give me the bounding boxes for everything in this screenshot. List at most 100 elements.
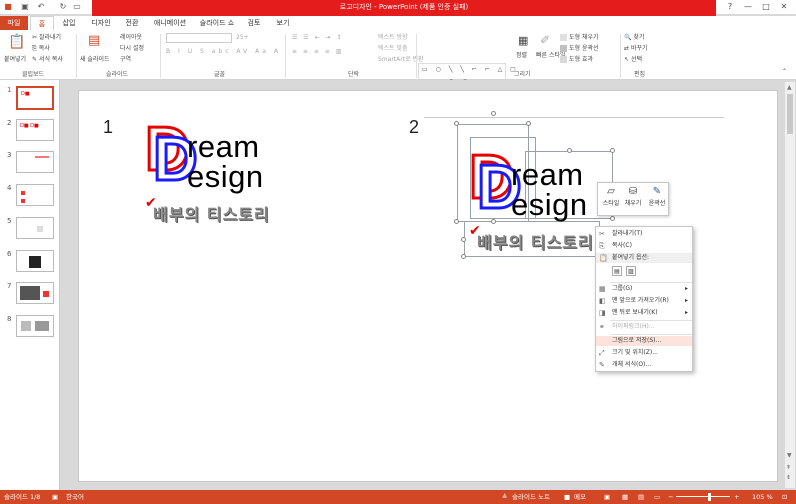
resize-handle[interactable]	[526, 121, 531, 126]
close-button[interactable]: ✕	[776, 0, 792, 14]
paste-button[interactable]: 붙여넣기	[4, 54, 26, 63]
paste-icon[interactable]: 📋	[8, 34, 25, 50]
list-buttons[interactable]: ☰ ☰ ⇤ ⇥ ↕	[292, 34, 343, 41]
reset-button[interactable]: 다시 설정	[120, 43, 144, 52]
reading-view-icon[interactable]: ▤	[638, 490, 644, 504]
tab-design[interactable]: 디자인	[86, 16, 116, 30]
save-icon[interactable]: ▣	[20, 2, 30, 12]
resize-handle[interactable]	[454, 121, 459, 126]
copy-button[interactable]: ⎘ 복사	[32, 43, 50, 53]
menu-item-send-back[interactable]: ◨ 맨 뒤로 보내기(K) ▸	[596, 308, 692, 318]
vertical-scrollbar[interactable]: ▲ ▼ ⇞ ⇟	[785, 82, 795, 488]
minimize-button[interactable]: —	[740, 0, 756, 14]
paste-option-buttons[interactable]: ▤ ▨	[596, 266, 692, 280]
mini-outline-button[interactable]: ✎ 윤곽선	[646, 185, 668, 207]
help-button[interactable]: ?	[722, 0, 738, 14]
layout-button[interactable]: 레이아웃	[120, 32, 142, 41]
menu-separator	[610, 334, 692, 335]
collapse-ribbon-icon[interactable]: ⌃	[782, 68, 787, 75]
resize-handle[interactable]	[461, 237, 466, 242]
new-slide-icon[interactable]: ▤	[88, 33, 100, 48]
shape-fill-button[interactable]: 도형 채우기	[560, 32, 599, 41]
language-indicator[interactable]: 한국어	[66, 490, 84, 504]
slide-thumbnail-6[interactable]	[16, 250, 54, 272]
quick-styles-icon[interactable]: ✐	[540, 33, 550, 47]
notes-icon[interactable]: ≜	[502, 490, 507, 504]
tab-slideshow[interactable]: 슬라이드 쇼	[196, 16, 238, 30]
menu-item-bring-front[interactable]: ◧ 맨 앞으로 가져오기(R) ▸	[596, 296, 692, 306]
cut-button[interactable]: ✂ 잘라내기	[32, 32, 61, 41]
fit-slide-icon[interactable]: ⊡	[782, 490, 787, 504]
resize-handle[interactable]	[461, 254, 466, 259]
start-slideshow-icon[interactable]: ▭	[72, 2, 82, 12]
spell-check-icon[interactable]: ▣	[52, 490, 58, 504]
align-buttons[interactable]: ≡ ≡ ≡ ≡ ▥	[292, 48, 343, 55]
zoom-in-icon[interactable]: +	[734, 490, 739, 504]
section-button[interactable]: 구역	[120, 54, 131, 63]
slide-sorter-icon[interactable]: ▦	[622, 490, 628, 504]
prev-slide-icon[interactable]: ⇞	[786, 464, 791, 471]
shape-effects-button[interactable]: 도형 효과	[560, 54, 593, 63]
resize-handle[interactable]	[454, 219, 459, 224]
scrollbar-thumb[interactable]	[787, 94, 793, 134]
mini-style-button[interactable]: ▱ 스타일	[600, 185, 622, 207]
paste-picture-icon[interactable]: ▨	[626, 266, 636, 276]
arrange-button[interactable]: 정렬	[516, 50, 527, 59]
logo-1[interactable]: D D ream esign ✔ 배부의 티스토리	[144, 117, 295, 229]
mini-fill-button[interactable]: ⛁ 채우기	[622, 185, 644, 207]
tab-animations[interactable]: 애니메이션	[150, 16, 190, 30]
comments-button[interactable]: 메모	[574, 490, 586, 504]
slide-thumbnail-2[interactable]: D■ D■	[16, 119, 54, 141]
menu-item-label: 붙여넣기 옵션:	[612, 254, 650, 261]
tab-transitions[interactable]: 전환	[120, 16, 144, 30]
align-text-button[interactable]: 텍스트 맞춤	[378, 43, 408, 52]
scroll-up-icon[interactable]: ▲	[787, 84, 792, 91]
slide-thumbnail-3[interactable]	[16, 151, 54, 173]
menu-item-cut[interactable]: ✂ 잘라내기(T)	[596, 229, 692, 239]
next-slide-icon[interactable]: ⇟	[786, 474, 791, 481]
text-direction-button[interactable]: 텍스트 방향	[378, 32, 408, 41]
font-name-box[interactable]	[166, 33, 232, 43]
font-format-buttons[interactable]: B I U S abc AV Aa A	[166, 48, 281, 55]
slide-thumbnail-7[interactable]	[16, 282, 54, 304]
font-size-box[interactable]: 25+	[236, 34, 249, 41]
arrange-icon[interactable]: ▦	[518, 34, 528, 47]
tab-review[interactable]: 검토	[243, 16, 265, 30]
slideshow-view-icon[interactable]: ▭	[654, 490, 660, 504]
zoom-slider[interactable]	[676, 496, 730, 497]
maximize-button[interactable]: □	[758, 0, 774, 14]
paste-keep-icon[interactable]: ▤	[612, 266, 622, 276]
redo-icon[interactable]: ↻	[58, 2, 68, 12]
submenu-arrow-icon: ▸	[684, 297, 688, 304]
rotate-handle[interactable]	[491, 111, 496, 116]
select-button[interactable]: ↖ 선택	[624, 54, 642, 63]
menu-item-copy[interactable]: ⎘ 복사(C)	[596, 241, 692, 251]
menu-item-size-position[interactable]: ⤢ 크기 및 위치(Z)...	[596, 348, 692, 358]
tab-insert[interactable]: 삽입	[57, 16, 81, 30]
slide-thumbnail-5[interactable]	[16, 217, 54, 239]
menu-item-group[interactable]: ▦ 그룹(G) ▸	[596, 284, 692, 294]
zoom-out-icon[interactable]: −	[668, 490, 673, 504]
menu-item-format-object[interactable]: ✎ 개체 서식(O)...	[596, 360, 692, 370]
find-button[interactable]: 🔍 찾기	[624, 32, 644, 41]
tab-home[interactable]: 홈	[30, 16, 54, 30]
notes-button[interactable]: 슬라이드 노트	[512, 490, 550, 504]
menu-item-save-as-picture[interactable]: 그림으로 저장(S)...	[596, 336, 692, 346]
scroll-down-icon[interactable]: ▼	[787, 452, 792, 459]
format-painter-button[interactable]: ✎ 서식 복사	[32, 54, 63, 63]
slide-thumbnail-1[interactable]: D■	[16, 86, 54, 110]
shape-outline-button[interactable]: 도형 윤곽선	[560, 43, 599, 52]
undo-icon[interactable]: ↶	[36, 2, 46, 12]
new-slide-button[interactable]: 새 슬라이드	[80, 54, 110, 63]
style-icon: ▱	[607, 186, 615, 197]
ribbon-tabs: 파일 홈 삽입 디자인 전환 애니메이션 슬라이드 쇼 검토 보기	[0, 16, 796, 30]
zoom-level[interactable]: 105 %	[752, 490, 773, 504]
zoom-slider-thumb[interactable]	[708, 493, 711, 501]
slide-thumbnail-8[interactable]	[16, 315, 54, 337]
normal-view-icon[interactable]: ▣	[604, 490, 610, 504]
replace-button[interactable]: ⇄ 바꾸기	[624, 43, 648, 52]
comments-icon[interactable]: ■	[564, 490, 570, 504]
tab-file[interactable]: 파일	[0, 16, 28, 30]
slide-thumbnail-4[interactable]	[16, 184, 54, 206]
tab-view[interactable]: 보기	[272, 16, 294, 30]
